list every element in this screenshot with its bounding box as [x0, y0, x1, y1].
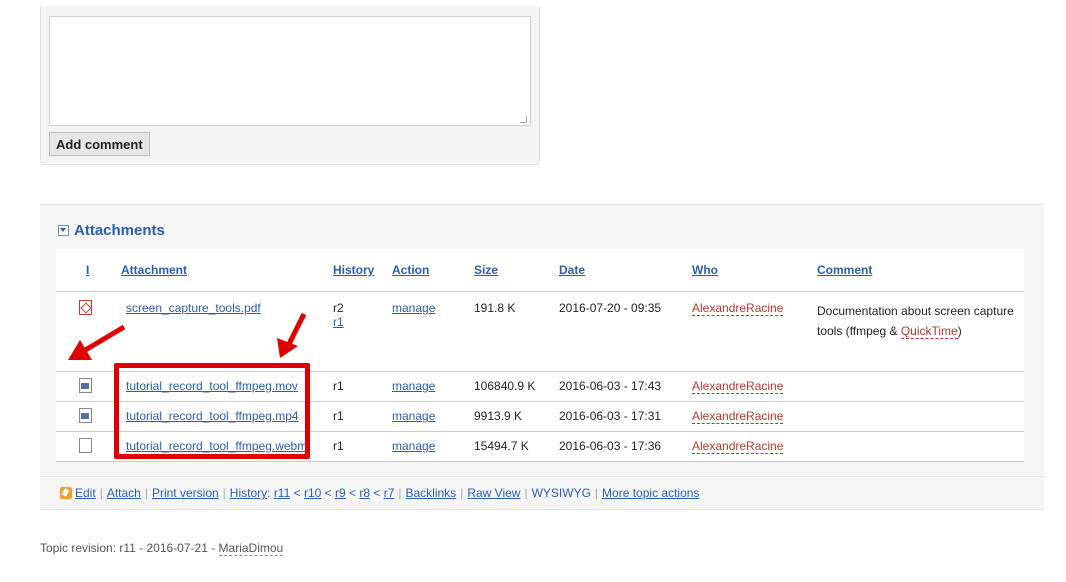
- attach-link[interactable]: Attach: [107, 486, 141, 500]
- comment-text-end: ): [957, 324, 962, 339]
- backlinks-link[interactable]: Backlinks: [406, 486, 457, 500]
- pdf-icon: [79, 300, 92, 316]
- revision-text: Topic revision: r11 - 2016-07-21 -: [40, 541, 216, 555]
- date-cell: 2016-06-03 - 17:31: [559, 401, 692, 432]
- user-link[interactable]: AlexandreRacine: [692, 409, 784, 424]
- date-cell: 2016-06-03 - 17:43: [559, 371, 692, 402]
- revision-link[interactable]: r10: [304, 486, 321, 500]
- revision-link[interactable]: r11: [274, 486, 290, 500]
- more-topic-actions-link[interactable]: More topic actions: [602, 486, 699, 500]
- raw-view-link[interactable]: Raw View: [467, 486, 520, 500]
- attachment-link[interactable]: screen_capture_tools.pdf: [126, 301, 261, 315]
- topic-actions-bar: Edit | Attach | Print version | History:…: [40, 476, 1044, 510]
- revision-link[interactable]: r9: [335, 486, 346, 500]
- attachments-table: I Attachment History Action Size Date Wh…: [56, 249, 1024, 462]
- user-link[interactable]: AlexandreRacine: [692, 301, 784, 316]
- resize-grip-icon[interactable]: [520, 116, 527, 123]
- edit-icon[interactable]: [60, 487, 72, 499]
- attachments-panel: Attachments I Attachment History Action …: [40, 204, 1044, 475]
- user-link[interactable]: AlexandreRacine: [692, 379, 784, 394]
- edit-link[interactable]: Edit: [75, 486, 96, 500]
- table-row: screen_capture_tools.pdf r2 r1 manage 19…: [56, 291, 1024, 372]
- topic-revision-info: Topic revision: r11 - 2016-07-21 - Maria…: [40, 541, 284, 556]
- size-cell: 9913.9 K: [464, 401, 559, 432]
- comment-textarea[interactable]: [49, 16, 531, 126]
- quicktime-link[interactable]: QuickTime: [900, 324, 958, 340]
- sort-comment-column[interactable]: Comment: [817, 263, 872, 277]
- sort-size-column[interactable]: Size: [474, 263, 498, 277]
- history-link[interactable]: r1: [333, 315, 344, 329]
- file-icon: [79, 438, 92, 454]
- history-current: r1: [333, 401, 387, 432]
- revision-link[interactable]: r7: [384, 486, 395, 500]
- sort-action-column[interactable]: Action: [392, 263, 429, 277]
- attachment-link[interactable]: tutorial_record_tool_ffmpeg.mov: [126, 379, 298, 393]
- manage-link[interactable]: manage: [392, 301, 435, 315]
- table-row: tutorial_record_tool_ffmpeg.webm r1 mana…: [56, 431, 1024, 462]
- history-current: r1: [333, 431, 387, 462]
- size-cell: 191.8 K: [464, 291, 559, 372]
- revision-author-link[interactable]: MariaDimou: [218, 541, 284, 556]
- history-link[interactable]: History: [230, 486, 267, 500]
- manage-link[interactable]: manage: [392, 409, 435, 423]
- attachments-heading-label: Attachments: [74, 222, 165, 239]
- sort-date-column[interactable]: Date: [559, 263, 585, 277]
- video-file-icon: [79, 378, 92, 394]
- user-link[interactable]: AlexandreRacine: [692, 439, 784, 454]
- sort-attachment-column[interactable]: Attachment: [121, 263, 187, 277]
- collapse-toggle-icon[interactable]: [58, 225, 69, 236]
- wysiwyg-link[interactable]: WYSIWYG: [532, 486, 591, 500]
- sort-history-column[interactable]: History: [333, 263, 374, 277]
- size-cell: 106840.9 K: [464, 371, 559, 402]
- sort-icon-column[interactable]: I: [86, 263, 89, 277]
- comment-form: Add comment: [40, 6, 540, 165]
- attachment-link[interactable]: tutorial_record_tool_ffmpeg.webm: [126, 439, 307, 453]
- table-row: tutorial_record_tool_ffmpeg.mp4 r1 manag…: [56, 401, 1024, 432]
- add-comment-button[interactable]: Add comment: [49, 132, 150, 156]
- attachments-heading[interactable]: Attachments: [58, 222, 165, 239]
- attachment-link[interactable]: tutorial_record_tool_ffmpeg.mp4: [126, 409, 299, 423]
- date-cell: 2016-06-03 - 17:36: [559, 431, 692, 462]
- date-cell: 2016-07-20 - 09:35: [559, 291, 692, 372]
- print-version-link[interactable]: Print version: [152, 486, 219, 500]
- size-cell: 15494.7 K: [464, 431, 559, 462]
- manage-link[interactable]: manage: [392, 439, 435, 453]
- manage-link[interactable]: manage: [392, 379, 435, 393]
- table-header-row: I Attachment History Action Size Date Wh…: [56, 249, 1024, 292]
- history-current: r2: [333, 301, 344, 315]
- table-row: tutorial_record_tool_ffmpeg.mov r1 manag…: [56, 371, 1024, 402]
- history-current: r1: [333, 371, 387, 402]
- video-file-icon: [79, 408, 92, 424]
- revision-link[interactable]: r8: [359, 486, 370, 500]
- sort-who-column[interactable]: Who: [692, 263, 718, 277]
